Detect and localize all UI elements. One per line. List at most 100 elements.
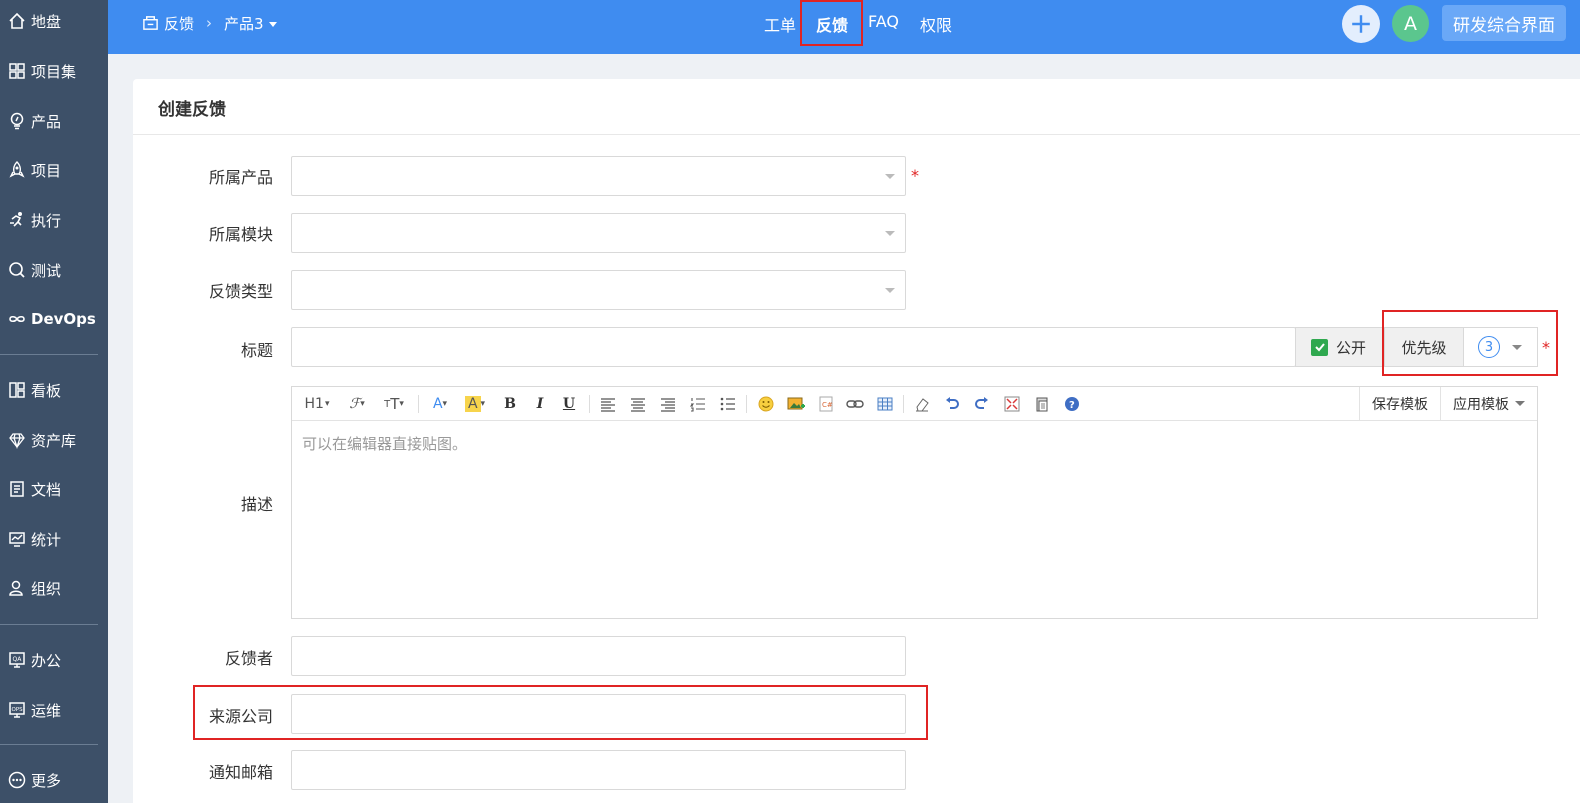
heading-button[interactable]: H1 ▾ <box>302 394 332 414</box>
font-family-icon[interactable]: ℱ ▾ <box>344 394 370 414</box>
sidebar-item-label: 产品 <box>31 112 62 131</box>
title-input[interactable] <box>291 327 1296 367</box>
toolbar-divider <box>589 395 590 413</box>
image-icon[interactable] <box>786 394 806 414</box>
priority-label: 优先级 <box>1401 338 1447 357</box>
font-color-icon[interactable]: A ▾ <box>428 394 452 414</box>
link-icon[interactable] <box>845 394 865 414</box>
bold-button[interactable]: B <box>500 394 520 414</box>
svg-text:C#: C# <box>822 401 833 409</box>
lightbulb-icon <box>7 111 27 131</box>
sidebar-item-more[interactable]: 更多 <box>0 762 108 798</box>
align-center-icon[interactable] <box>628 394 648 414</box>
ordered-list-icon[interactable] <box>688 394 708 414</box>
workspace-switch-button[interactable]: 研发综合界面 <box>1442 5 1566 41</box>
align-right-icon[interactable] <box>658 394 678 414</box>
sidebar-divider <box>0 624 98 625</box>
sidebar-item-label: 办公 <box>31 651 62 670</box>
sidebar-item-docs[interactable]: 文档 <box>0 471 108 507</box>
sidebar-item-kanban[interactable]: 看板 <box>0 372 108 408</box>
editor-placeholder: 可以在编辑器直接贴图。 <box>302 435 468 453</box>
sidebar-item-dashboard[interactable]: 地盘 <box>0 3 108 39</box>
avatar[interactable]: A <box>1392 5 1429 42</box>
sidebar-divider <box>0 744 98 745</box>
eraser-icon[interactable] <box>912 394 932 414</box>
page-title: 创建反馈 <box>158 100 226 120</box>
apply-template-label: 应用模板 <box>1453 396 1509 413</box>
sidebar-item-stats[interactable]: 统计 <box>0 521 108 557</box>
type-select[interactable] <box>291 270 906 310</box>
checkmark-icon <box>1311 338 1328 356</box>
toolbar-divider <box>746 395 747 413</box>
feedback-icon <box>142 14 160 32</box>
caret-down-icon <box>1515 401 1525 406</box>
module-select[interactable] <box>291 213 906 253</box>
editor-toolbar: H1 ▾ ℱ ▾ T T ▾ A ▾ A ▾ B I U C# ? 保存模板 应用模板 <box>292 387 1537 421</box>
undo-icon[interactable] <box>942 394 962 414</box>
source-company-label: 来源公司 <box>208 707 273 726</box>
sidebar-item-execution[interactable]: 执行 <box>0 202 108 238</box>
sidebar-item-program[interactable]: 项目集 <box>0 53 108 89</box>
required-mark: * <box>1542 338 1550 357</box>
notify-email-input[interactable] <box>291 750 906 790</box>
font-size-icon[interactable]: T T ▾ <box>380 394 408 414</box>
home-icon <box>7 11 27 31</box>
tab-ticket[interactable]: 工单 <box>764 12 796 36</box>
sidebar-item-label: 看板 <box>31 381 62 400</box>
caret-down-icon <box>1512 345 1522 350</box>
code-icon[interactable]: C# <box>816 394 836 414</box>
redo-icon[interactable] <box>972 394 992 414</box>
highlight-color-icon[interactable]: A ▾ <box>460 394 490 414</box>
fullscreen-icon[interactable] <box>1002 394 1022 414</box>
sidebar-item-devops[interactable]: DevOps <box>0 301 108 337</box>
unordered-list-icon[interactable] <box>718 394 738 414</box>
chevron-right-icon: › <box>206 14 213 32</box>
sidebar-item-assets[interactable]: 资产库 <box>0 422 108 458</box>
align-left-icon[interactable] <box>598 394 618 414</box>
tab-permission[interactable]: 权限 <box>920 12 952 36</box>
public-checkbox[interactable]: 公开 <box>1295 327 1384 367</box>
plus-icon <box>1352 15 1370 33</box>
paste-icon[interactable] <box>1032 394 1052 414</box>
underline-button[interactable]: U <box>559 394 579 414</box>
sidebar-item-label: DevOps <box>31 310 96 328</box>
tab-faq[interactable]: FAQ <box>868 12 899 31</box>
sidebar: 地盘 项目集 产品 项目 执行 测试 DevOps 看板 资产库 文档 统计 组… <box>0 0 108 803</box>
feedback-by-input[interactable] <box>291 636 906 676</box>
feedback-by-label: 反馈者 <box>224 649 273 668</box>
apply-template-button[interactable]: 应用模板 <box>1440 387 1537 420</box>
sidebar-item-test[interactable]: 测试 <box>0 252 108 288</box>
sidebar-item-label: 地盘 <box>31 12 62 31</box>
breadcrumb: 反馈 › 产品3 <box>142 0 277 46</box>
type-label: 反馈类型 <box>208 282 273 301</box>
save-template-button[interactable]: 保存模板 <box>1359 387 1440 420</box>
description-editor[interactable]: H1 ▾ ℱ ▾ T T ▾ A ▾ A ▾ B I U C# ? 保存模板 应用模板 可以… <box>291 386 1538 619</box>
emoji-icon[interactable] <box>756 394 776 414</box>
help-icon[interactable]: ? <box>1062 394 1082 414</box>
sidebar-item-label: 测试 <box>31 261 62 280</box>
sidebar-item-label: 统计 <box>31 530 62 549</box>
source-company-input[interactable] <box>291 694 906 734</box>
public-label: 公开 <box>1336 338 1367 357</box>
sidebar-item-office[interactable]: QA 办公 <box>0 642 108 678</box>
sidebar-item-project[interactable]: 项目 <box>0 152 108 188</box>
sidebar-item-org[interactable]: 组织 <box>0 570 108 606</box>
sidebar-item-label: 组织 <box>31 579 62 598</box>
sidebar-item-ops[interactable]: OPS 运维 <box>0 692 108 728</box>
breadcrumb-product-switcher[interactable]: 产品3 <box>224 13 277 34</box>
product-select[interactable] <box>291 156 906 196</box>
tab-feedback[interactable]: 反馈 <box>816 12 848 36</box>
breadcrumb-root[interactable]: 反馈 <box>164 13 194 34</box>
sidebar-item-product[interactable]: 产品 <box>0 103 108 139</box>
table-icon[interactable] <box>875 394 895 414</box>
running-icon <box>7 210 27 230</box>
title-label: 标题 <box>240 341 273 360</box>
toolbar-divider <box>903 395 904 413</box>
italic-button[interactable]: I <box>530 394 550 414</box>
caret-down-icon <box>268 21 277 27</box>
sidebar-divider <box>0 354 98 355</box>
priority-select[interactable]: 3 <box>1463 327 1538 367</box>
sidebar-item-label: 执行 <box>31 211 62 230</box>
add-button[interactable] <box>1342 5 1380 43</box>
sidebar-item-label: 项目 <box>31 161 62 180</box>
